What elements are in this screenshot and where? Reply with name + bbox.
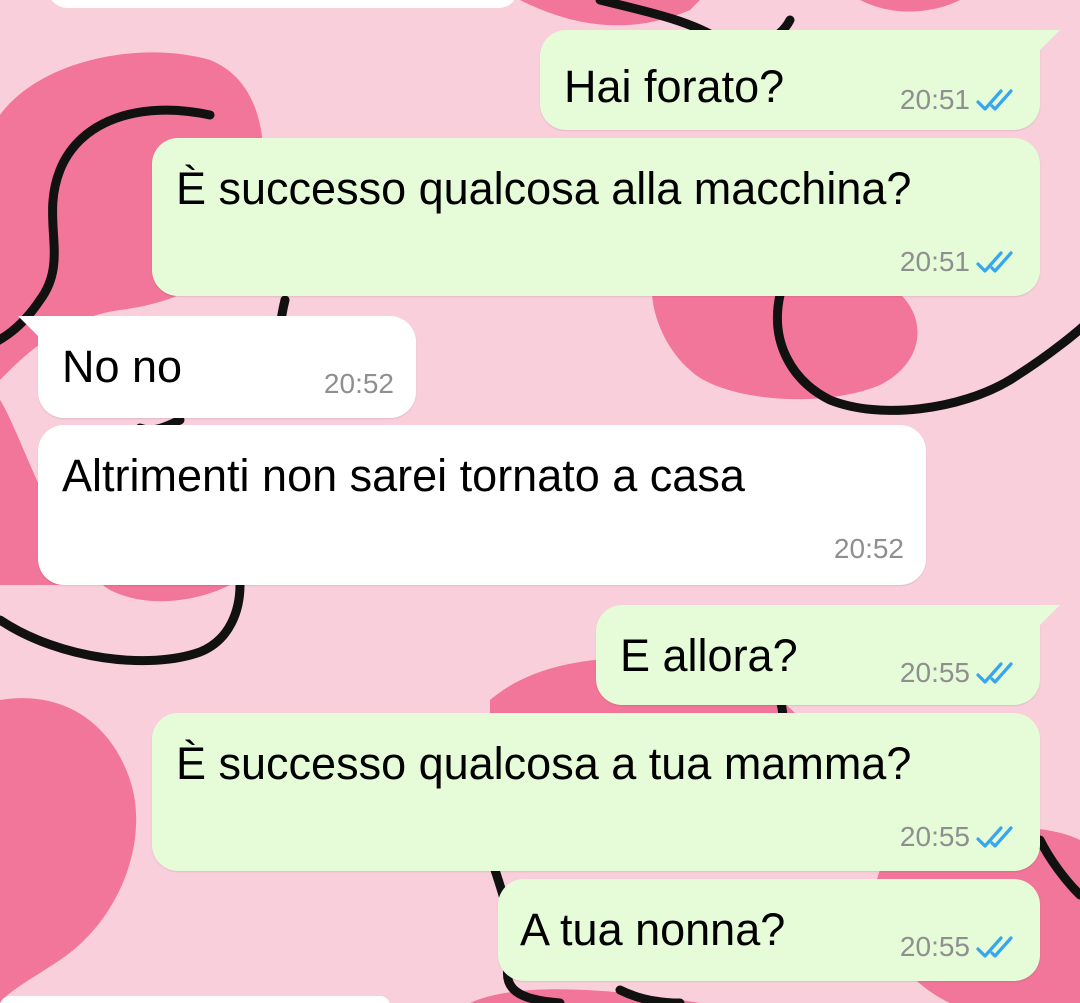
- message-text: A tua nonna?: [520, 904, 786, 955]
- message-bubble-outgoing[interactable]: Hai forato? 20:51: [540, 30, 1060, 130]
- message-bubble-outgoing[interactable]: È successo qualcosa a tua mamma? 20:55: [152, 713, 1040, 871]
- message-time: 20:51: [899, 246, 970, 277]
- message-bubble-outgoing[interactable]: È successo qualcosa alla macchina? 20:51: [152, 138, 1040, 296]
- message-time: 20:52: [323, 368, 394, 399]
- message-text: È successo qualcosa alla macchina?: [176, 163, 912, 214]
- message-meta: 20:51: [900, 86, 1018, 114]
- bubble-tail: [1038, 30, 1060, 52]
- message-bubble-incoming[interactable]: Altrimenti non sarei tornato a casa 20:5…: [38, 425, 926, 585]
- message-meta: 20:51: [900, 248, 1018, 276]
- message-text: È successo qualcosa a tua mamma?: [176, 738, 912, 789]
- message-meta: 20:52: [834, 535, 904, 563]
- message-time: 20:55: [899, 931, 970, 962]
- double-check-icon: [976, 251, 1013, 273]
- message-time: 20:51: [899, 84, 970, 115]
- double-check-icon: [976, 89, 1013, 111]
- previous-message-stub: [48, 0, 518, 8]
- message-bubble-outgoing[interactable]: E allora? 20:55: [596, 605, 1060, 705]
- message-meta: 20:55: [900, 933, 1018, 961]
- message-text: Altrimenti non sarei tornato a casa: [62, 450, 745, 501]
- message-meta: 20:55: [900, 823, 1018, 851]
- message-meta: 20:52: [324, 370, 394, 398]
- message-bubble-outgoing[interactable]: A tua nonna? 20:55: [498, 879, 1040, 981]
- message-time: 20:52: [833, 533, 904, 564]
- message-meta: 20:55: [900, 659, 1018, 687]
- double-check-icon: [976, 826, 1013, 848]
- chat-view[interactable]: Hai forato? 20:51 È successo qualcosa al…: [0, 0, 1080, 1003]
- message-text: E allora?: [620, 630, 798, 681]
- double-check-icon: [976, 662, 1013, 684]
- bubble-tail: [1038, 605, 1060, 627]
- double-check-icon: [976, 936, 1013, 958]
- bubble-tail: [18, 316, 40, 338]
- message-bubble-incoming[interactable]: No no 20:52: [18, 316, 416, 418]
- message-time: 20:55: [899, 821, 970, 852]
- next-message-stub: [0, 996, 390, 1003]
- message-text: No no: [62, 341, 183, 392]
- message-time: 20:55: [899, 657, 970, 688]
- message-text: Hai forato?: [564, 61, 785, 112]
